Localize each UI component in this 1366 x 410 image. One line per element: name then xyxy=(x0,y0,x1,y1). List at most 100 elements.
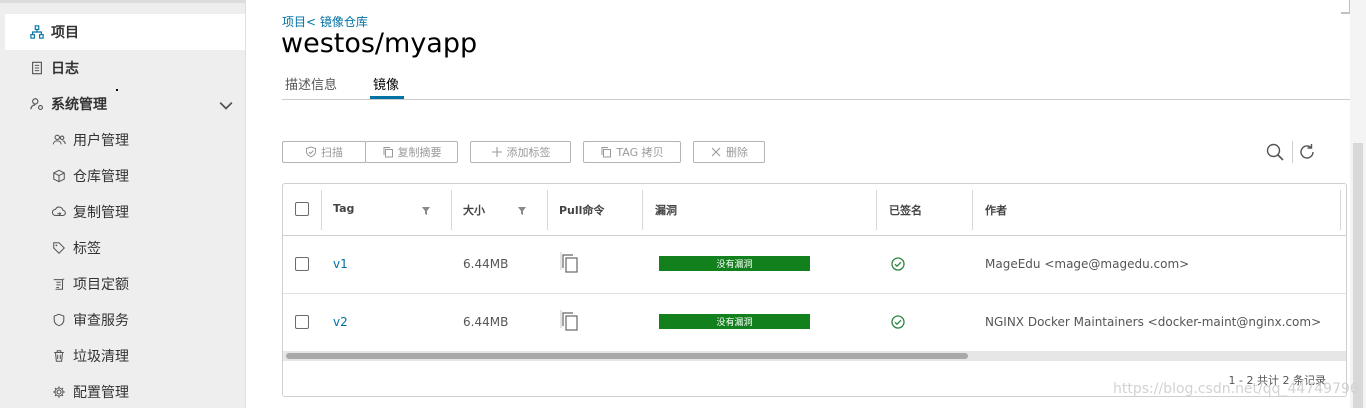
vulnerability-status[interactable]: 没有漏洞 xyxy=(659,314,810,329)
column-divider xyxy=(876,190,877,230)
sidebar-item-registries[interactable]: 仓库管理 xyxy=(5,158,245,194)
add-label-label: 添加标签 xyxy=(506,146,551,159)
horizontal-scrollbar[interactable] xyxy=(283,351,1346,361)
project-icon xyxy=(29,24,45,40)
sidebar-item-users[interactable]: 用户管理 xyxy=(5,122,245,158)
image-size: 6.44MB xyxy=(463,315,509,329)
column-divider xyxy=(451,190,452,230)
sidebar-item-interrogation-services[interactable]: 审查服务 xyxy=(5,302,245,338)
horizontal-scrollbar-thumb[interactable] xyxy=(286,353,968,359)
scan-button[interactable]: 扫描 xyxy=(282,141,366,163)
page-title: westos/myapp xyxy=(281,28,478,59)
row-checkbox[interactable] xyxy=(295,315,309,329)
column-divider xyxy=(547,190,548,230)
tag-copy-label: TAG 拷贝 xyxy=(616,146,664,159)
sidebar-item-label: 审查服务 xyxy=(73,313,129,329)
tag-link[interactable]: v2 xyxy=(333,315,348,329)
author: NGINX Docker Maintainers <docker-maint@n… xyxy=(985,315,1322,329)
column-divider xyxy=(642,190,643,230)
sidebar-item-labels[interactable]: 标签 xyxy=(5,230,245,266)
delete-label: 删除 xyxy=(726,146,748,159)
toolbar-divider xyxy=(1292,141,1293,163)
sidebar-item-replication[interactable]: 复制管理 xyxy=(5,194,245,230)
image-table: Tag 大小 Pull命令 漏洞 已签名 作者 v1 6.44MB 没有漏洞 M… xyxy=(282,183,1347,397)
filter-icon[interactable] xyxy=(517,206,527,216)
plus-icon xyxy=(491,147,502,157)
sidebar-item-label: 项目 xyxy=(51,25,79,41)
sidebar-item-garbage-collection[interactable]: 垃圾清理 xyxy=(5,338,245,374)
main-content: 项目< 镜像仓库 westos/myapp 描述信息 镜像 扫描 复制摘要 添加… xyxy=(245,0,1366,408)
table-row[interactable]: v2 6.44MB 没有漏洞 NGINX Docker Maintainers … xyxy=(283,294,1346,352)
tag-link[interactable]: v1 xyxy=(333,257,348,271)
vulnerability-status[interactable]: 没有漏洞 xyxy=(659,256,810,271)
copy-icon xyxy=(601,147,612,158)
quota-icon xyxy=(51,276,67,292)
sidebar-item-label: 标签 xyxy=(73,241,101,257)
sidebar-item-project-quotas[interactable]: 项目定额 xyxy=(5,266,245,302)
search-icon[interactable] xyxy=(1265,142,1285,162)
table-header: Tag 大小 Pull命令 漏洞 已签名 作者 xyxy=(283,184,1346,236)
table-row[interactable]: v1 6.44MB 没有漏洞 MageEdu <mage@magedu.com> xyxy=(283,236,1346,294)
copy-digest-label: 复制摘要 xyxy=(397,146,442,159)
copy-icon xyxy=(383,147,393,158)
column-divider xyxy=(321,190,322,230)
image-size: 6.44MB xyxy=(463,257,509,271)
tab-description[interactable]: 描述信息 xyxy=(285,74,337,93)
tab-images[interactable]: 镜像 xyxy=(373,74,399,93)
vertical-scrollbar[interactable] xyxy=(1350,0,1366,408)
sidebar-item-label: 项目定额 xyxy=(73,277,129,293)
header-pull-command: Pull命令 xyxy=(559,204,605,217)
close-icon xyxy=(711,147,721,157)
header-vulnerability[interactable]: 漏洞 xyxy=(655,202,677,218)
registry-icon xyxy=(51,168,67,184)
gear-icon xyxy=(51,384,67,400)
sidebar-item-label: 垃圾清理 xyxy=(73,349,129,365)
refresh-icon[interactable] xyxy=(1297,142,1317,162)
sidebar-item-label: 复制管理 xyxy=(73,205,129,221)
row-checkbox[interactable] xyxy=(295,257,309,271)
tag-icon xyxy=(51,240,67,256)
signed-check-icon xyxy=(891,257,905,271)
header-size[interactable]: 大小 xyxy=(463,202,485,218)
sidebar-item-label: 系统管理 xyxy=(51,97,107,113)
sidebar-item-projects[interactable]: 项目 xyxy=(5,14,245,50)
system-admin-icon xyxy=(29,96,45,112)
sidebar-top-border xyxy=(0,0,245,3)
watermark: https://blog.csdn.net/qq_44749796 xyxy=(1113,381,1359,397)
sidebar: 项目 日志 系统管理 用户管理 仓库管理 复制管理 标签 项目定额 审查服务 垃… xyxy=(0,0,246,408)
signed-check-icon xyxy=(891,315,905,329)
sidebar-item-label: 用户管理 xyxy=(73,133,129,149)
header-author: 作者 xyxy=(985,204,1007,217)
delete-button[interactable]: 删除 xyxy=(693,141,765,163)
tag-copy-button[interactable]: TAG 拷贝 xyxy=(583,141,681,163)
select-all-checkbox[interactable] xyxy=(295,202,309,216)
chevron-down-icon[interactable] xyxy=(219,98,233,112)
header-signed: 已签名 xyxy=(889,204,922,217)
log-icon xyxy=(29,60,45,76)
author: MageEdu <mage@magedu.com> xyxy=(985,257,1190,271)
header-tag[interactable]: Tag xyxy=(333,202,354,215)
sidebar-item-logs[interactable]: 日志 xyxy=(5,50,245,86)
active-tab-indicator xyxy=(370,96,404,99)
column-divider xyxy=(1340,190,1341,230)
copy-digest-button[interactable]: 复制摘要 xyxy=(365,141,458,163)
tab-bar: 描述信息 镜像 xyxy=(282,70,1365,100)
sidebar-item-label: 仓库管理 xyxy=(73,169,129,185)
shield-icon xyxy=(51,312,67,328)
scan-label: 扫描 xyxy=(321,146,343,159)
shield-check-icon xyxy=(306,146,316,158)
sidebar-item-configuration[interactable]: 配置管理 xyxy=(5,374,245,410)
users-icon xyxy=(51,132,67,148)
vertical-scrollbar-thumb[interactable] xyxy=(1353,143,1363,408)
trash-icon xyxy=(51,348,67,364)
column-divider xyxy=(972,190,973,230)
sidebar-item-label: 配置管理 xyxy=(73,385,129,401)
filter-icon[interactable] xyxy=(421,206,431,216)
sidebar-item-system-admin[interactable]: 系统管理 xyxy=(5,86,245,122)
copy-pull-command-icon[interactable] xyxy=(559,309,581,333)
replication-icon xyxy=(51,204,67,220)
copy-pull-command-icon[interactable] xyxy=(559,251,581,275)
add-label-button[interactable]: 添加标签 xyxy=(470,141,571,163)
mouse-dot xyxy=(116,89,118,91)
sidebar-item-label: 日志 xyxy=(51,61,79,77)
